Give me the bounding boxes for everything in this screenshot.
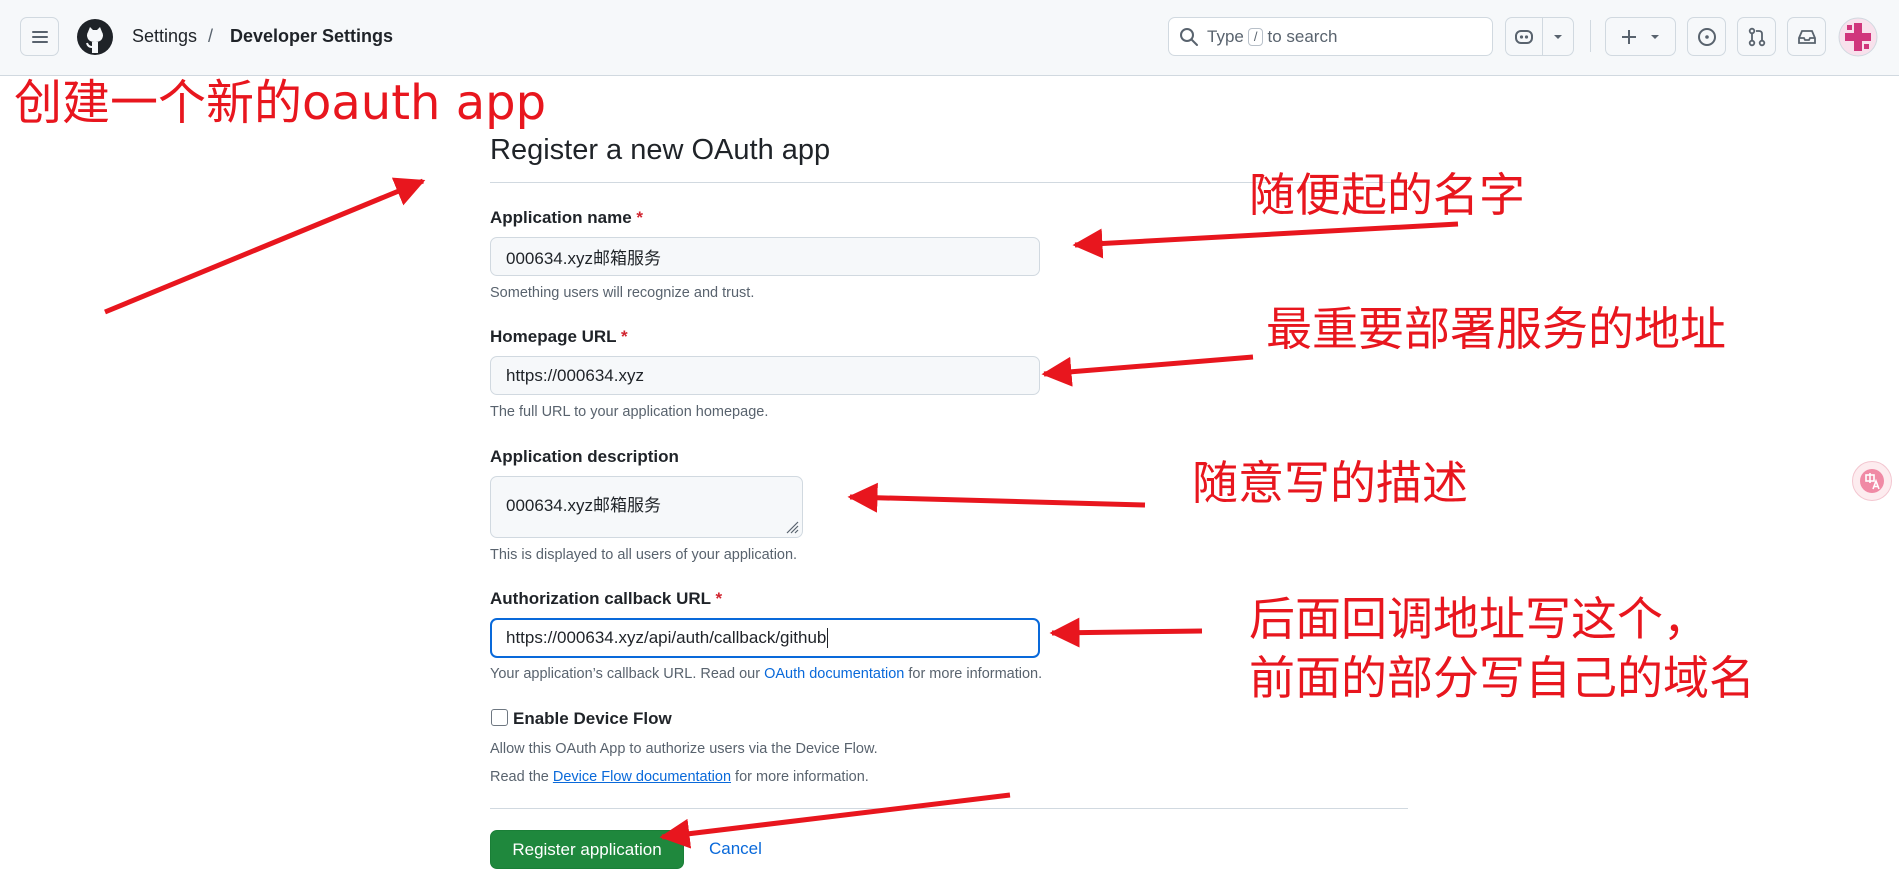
arrow-to-app-name bbox=[1072, 221, 1459, 259]
arrow-to-callback bbox=[1049, 617, 1203, 648]
annotation-arrows bbox=[104, 177, 1459, 849]
arrow-to-register-button bbox=[659, 792, 1011, 849]
translate-icon bbox=[1860, 469, 1884, 493]
arrow-to-description bbox=[847, 482, 1146, 513]
translate-widget[interactable] bbox=[1852, 461, 1892, 501]
arrow-to-title bbox=[104, 177, 426, 315]
arrow-to-homepage bbox=[1041, 354, 1254, 387]
